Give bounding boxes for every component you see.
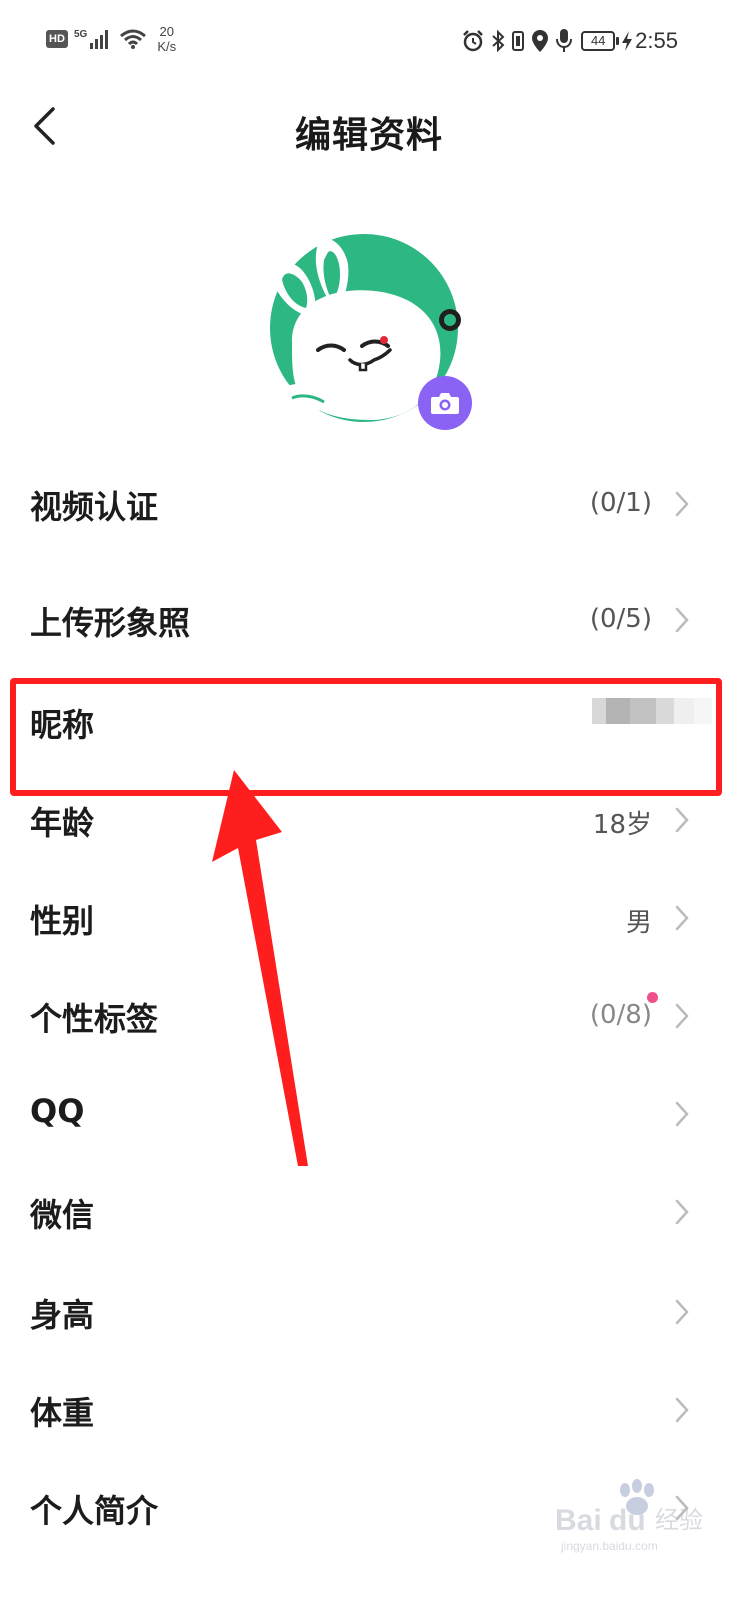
row-value: 18岁 [592, 810, 652, 840]
chevron-right-icon [675, 491, 689, 517]
row-value: (0/1) [589, 488, 652, 518]
row-age[interactable]: 年龄 18岁 [0, 768, 738, 866]
row-value: 男 [625, 908, 652, 938]
chevron-right-icon [675, 905, 689, 931]
status-bar: HD 5G 20 K/s 44 2:55 [0, 0, 738, 84]
row-label: QQ [30, 1092, 85, 1130]
battery-indicator: 44 [581, 31, 620, 51]
charging-icon [622, 31, 633, 51]
row-video-verification[interactable]: 视频认证 (0/1) [0, 452, 738, 550]
camera-icon [431, 393, 459, 414]
row-label: 个人简介 [30, 1492, 159, 1530]
chevron-right-icon [675, 607, 689, 633]
microphone-icon [556, 29, 573, 52]
network-type: 5G [74, 28, 88, 40]
chevron-right-icon [675, 1101, 689, 1127]
status-right: 44 2:55 [455, 28, 678, 54]
row-label: 微信 [30, 1196, 95, 1234]
vibrate-icon [512, 31, 525, 51]
hd-badge: HD [46, 30, 68, 48]
row-upload-photos[interactable]: 上传形象照 (0/5) [0, 568, 738, 666]
avatar[interactable] [262, 234, 472, 434]
row-label: 体重 [30, 1394, 95, 1432]
chevron-right-icon [675, 1397, 689, 1423]
signal-icon [90, 30, 109, 49]
row-label: 视频认证 [30, 488, 159, 526]
nickname-value-blurred [592, 698, 712, 724]
row-weight[interactable]: 体重 [0, 1358, 738, 1456]
wifi-icon [120, 29, 147, 49]
row-label: 身高 [30, 1296, 95, 1334]
network-speed: 20 K/s [157, 24, 176, 54]
row-label: 年龄 [30, 804, 95, 842]
row-value: (0/8) [589, 1000, 652, 1030]
row-value: (0/5) [589, 604, 652, 634]
nav-bar: 编辑资料 [0, 90, 738, 166]
speed-value: 20 [159, 24, 174, 39]
location-icon [532, 30, 549, 52]
row-height[interactable]: 身高 [0, 1260, 738, 1358]
row-gender[interactable]: 性别 男 [0, 866, 738, 964]
row-label: 上传形象照 [30, 604, 191, 642]
row-label: 性别 [30, 902, 95, 940]
clock: 2:55 [635, 28, 678, 53]
change-avatar-button[interactable] [418, 376, 472, 430]
row-personal-tags[interactable]: 个性标签 (0/8) [0, 964, 738, 1062]
bluetooth-icon [492, 29, 505, 53]
new-badge-dot [647, 992, 658, 1003]
chevron-right-icon [675, 1299, 689, 1325]
speed-unit: K/s [157, 39, 177, 54]
row-bio[interactable]: 个人简介 [0, 1456, 738, 1554]
chevron-right-icon [675, 1495, 689, 1521]
chevron-right-icon [675, 1199, 689, 1225]
chevron-right-icon [675, 1003, 689, 1029]
row-nickname[interactable]: 昵称 [0, 670, 738, 768]
row-label: 个性标签 [30, 1000, 159, 1038]
status-left: HD 5G 20 K/s [46, 24, 176, 54]
row-label: 昵称 [30, 706, 95, 744]
page-title: 编辑资料 [294, 115, 443, 156]
chevron-right-icon [675, 807, 689, 833]
row-wechat[interactable]: 微信 [0, 1160, 738, 1258]
row-qq[interactable]: QQ [0, 1062, 738, 1160]
alarm-icon [463, 30, 484, 52]
